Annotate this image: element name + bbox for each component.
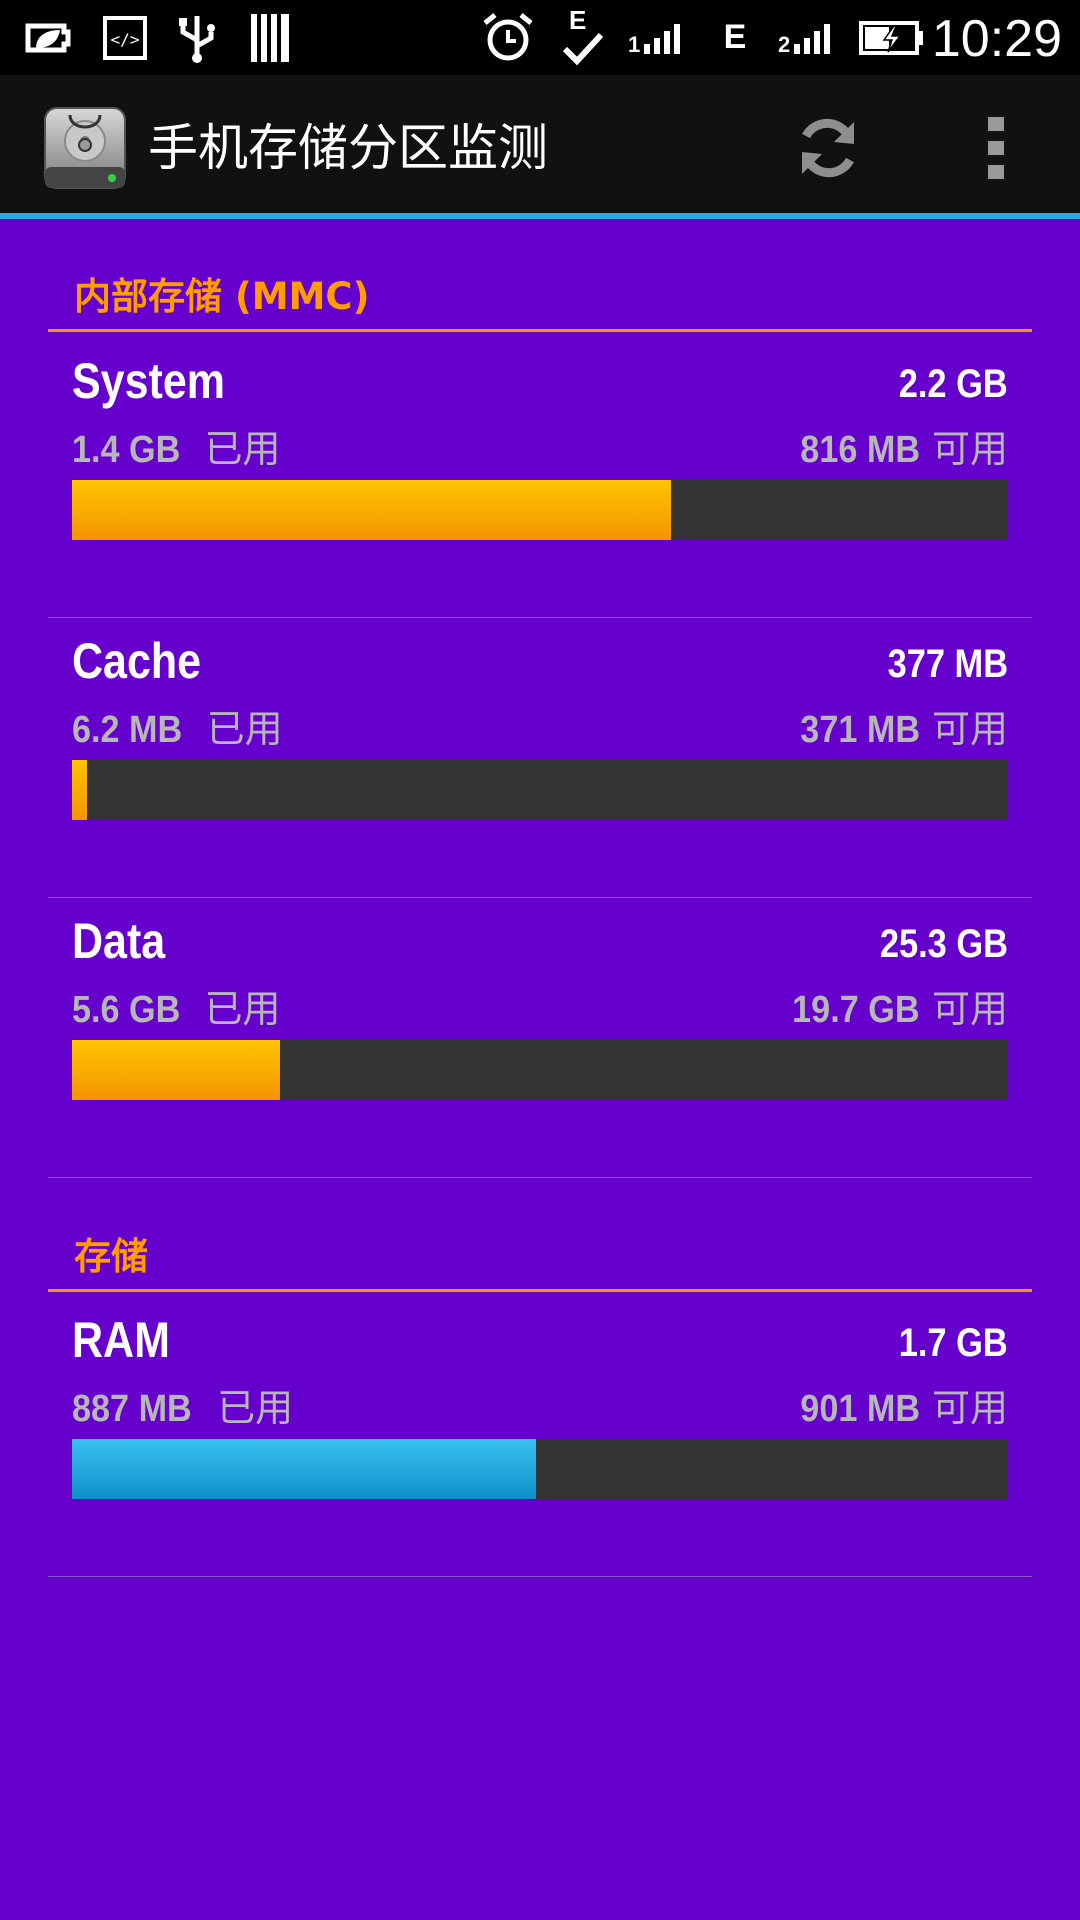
- free-label: 可用: [931, 427, 1008, 471]
- overflow-menu-icon: [988, 117, 1004, 179]
- partition-name: Data: [72, 913, 166, 969]
- partition-free: 901 MB 可用: [787, 1377, 1008, 1432]
- partition-total: 2.2 GB: [899, 362, 1008, 406]
- used-label: 已用: [206, 707, 283, 751]
- status-bar: </> E 1 E 2 10:29: [0, 0, 1080, 75]
- used-value: 887 MB: [72, 1388, 192, 1430]
- used-label: 已用: [204, 427, 281, 471]
- free-label: 可用: [931, 707, 1008, 751]
- partition-used: 1.4 GB 已用: [72, 418, 281, 473]
- usage-bar: [72, 480, 1008, 540]
- partition-free: 816 MB 可用: [787, 418, 1008, 473]
- action-bar-accent-line: [0, 213, 1080, 219]
- network-type-label: E: [723, 18, 747, 56]
- usage-bar: [72, 1040, 1008, 1100]
- partition-used: 887 MB 已用: [72, 1377, 293, 1432]
- partition-free: 19.7 GB 可用: [778, 978, 1008, 1033]
- barcode-icon: [246, 0, 296, 75]
- free-label: 可用: [931, 987, 1008, 1031]
- section-title: 存储: [74, 1235, 148, 1278]
- partition-name: Cache: [72, 633, 202, 689]
- partition-total: 377 MB: [887, 642, 1008, 686]
- section-title: 内部存储 (MMC): [74, 275, 370, 318]
- free-value: 816 MB: [800, 429, 920, 471]
- refresh-button[interactable]: [788, 108, 868, 188]
- usage-bar-fill: [72, 1439, 537, 1499]
- partition-free: 371 MB 可用: [787, 698, 1008, 753]
- free-label: 可用: [931, 1386, 1008, 1430]
- usage-bar-fill: [72, 760, 87, 820]
- signal-1-label: 1: [628, 32, 640, 57]
- partition-total: 25.3 GB: [879, 922, 1008, 966]
- battery-saver-icon: [20, 0, 76, 75]
- developer-code-icon: </>: [100, 0, 150, 75]
- partition-used: 5.6 GB 已用: [72, 978, 281, 1033]
- usage-bar-fill: [72, 1040, 280, 1100]
- partition-total: 1.7 GB: [899, 1321, 1008, 1365]
- usage-bar-fill: [72, 480, 672, 540]
- section-divider: [48, 329, 1032, 332]
- partition-item-system[interactable]: System 2.2 GB 1.4 GB 已用 816 MB 可用: [48, 338, 1032, 618]
- partition-used: 6.2 MB 已用: [72, 698, 283, 753]
- usage-bar: [72, 1439, 1008, 1499]
- usage-bar: [72, 760, 1008, 820]
- refresh-icon: [801, 118, 855, 178]
- used-value: 5.6 GB: [72, 989, 181, 1031]
- used-value: 6.2 MB: [72, 709, 183, 751]
- usb-icon: [172, 0, 222, 75]
- free-value: 19.7 GB: [792, 989, 920, 1031]
- disk-stethoscope-icon[interactable]: [42, 105, 128, 191]
- svg-text:E: E: [569, 5, 586, 35]
- partition-name: RAM: [72, 1312, 170, 1368]
- alarm-icon: [480, 0, 536, 75]
- status-time: 10:29: [931, 10, 1062, 68]
- signal-1-icon: 1: [628, 0, 688, 75]
- svg-text:</>: </>: [111, 30, 140, 49]
- item-divider: [48, 1576, 1032, 1577]
- section-header-storage: 存储: [48, 1228, 1032, 1292]
- used-label: 已用: [217, 1386, 294, 1430]
- free-value: 371 MB: [800, 709, 920, 751]
- overflow-menu-button[interactable]: [968, 112, 1024, 184]
- used-label: 已用: [204, 987, 281, 1031]
- section-header-internal: 内部存储 (MMC): [48, 268, 1032, 332]
- partition-item-cache[interactable]: Cache 377 MB 6.2 MB 已用 371 MB 可用: [48, 618, 1032, 898]
- signal-2-label: 2: [778, 32, 790, 57]
- partition-item-data[interactable]: Data 25.3 GB 5.6 GB 已用 19.7 GB 可用: [48, 898, 1032, 1178]
- app-title: 手机存储分区监测: [148, 119, 548, 177]
- signal-2-icon: 2: [778, 0, 840, 75]
- partition-name: System: [72, 353, 225, 409]
- partition-item-ram[interactable]: RAM 1.7 GB 887 MB 已用 901 MB 可用: [48, 1297, 1032, 1577]
- free-value: 901 MB: [800, 1388, 920, 1430]
- edge-e-icon: E: [718, 0, 752, 75]
- used-value: 1.4 GB: [72, 429, 181, 471]
- item-divider: [48, 1177, 1032, 1178]
- edge-check-icon: E: [560, 0, 606, 75]
- section-divider: [48, 1289, 1032, 1292]
- battery-charging-icon: [858, 0, 926, 75]
